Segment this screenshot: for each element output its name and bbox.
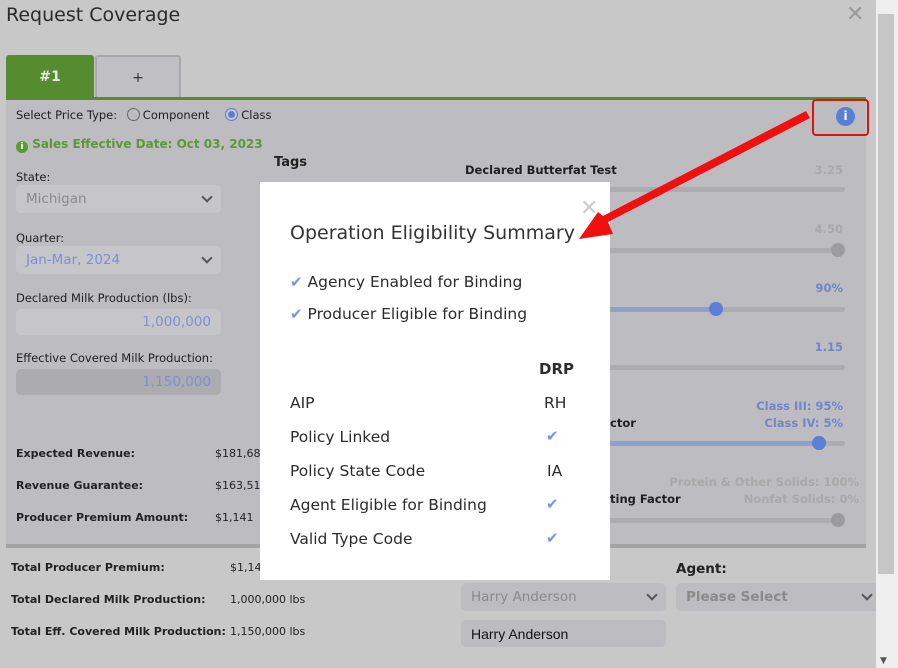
annotation-arrow-icon [579,111,810,239]
